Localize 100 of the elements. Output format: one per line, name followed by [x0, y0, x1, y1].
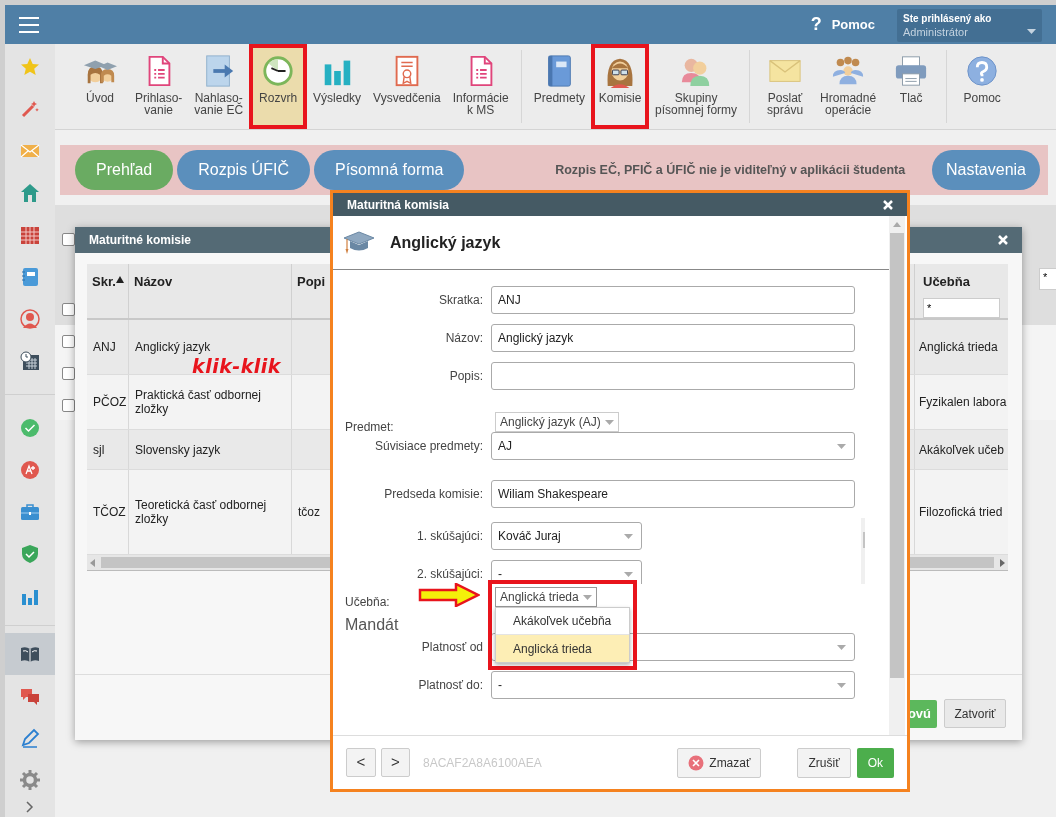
select-field[interactable]: Anglická trieda	[495, 587, 597, 607]
table-cell-text: Fyzikalen labora	[919, 394, 1007, 411]
filter-field[interactable]: *	[1039, 268, 1056, 290]
pointing-arrow-icon	[418, 583, 480, 607]
table-cell-text: Filozofická tried	[919, 504, 1003, 521]
toolbar-button[interactable]: Poslať správu	[756, 44, 815, 129]
field-label: Názov:	[444, 330, 484, 347]
column-header[interactable]: Názov	[129, 264, 292, 318]
close-button[interactable]	[998, 235, 1008, 245]
cancel-button[interactable]: Zrušiť	[797, 747, 851, 778]
dialog-heading: Anglický jazyk	[390, 232, 501, 253]
column-header[interactable]: Učebňa	[923, 272, 1000, 292]
field-label: Predseda komisie:	[383, 486, 484, 503]
text-field[interactable]: ANJ	[491, 286, 855, 314]
delete-icon	[688, 754, 705, 771]
help-mark[interactable]: ?	[810, 11, 822, 38]
table-cell: TČOZ	[93, 505, 126, 519]
toolbar-button[interactable]: Nahlaso- vanie EČ	[188, 44, 250, 129]
window-title: Maturitné komisie	[89, 232, 192, 249]
magic-wand-icon	[20, 99, 40, 119]
table-cell-text: Teoretická časť odbornej zložky	[135, 498, 268, 526]
toolbar-button[interactable]: Pomoc	[953, 44, 1012, 129]
table-cell-text: Anglická trieda	[919, 339, 998, 356]
caret-icon	[837, 682, 846, 688]
calendar-clock-icon	[20, 351, 40, 371]
toolbar-button[interactable]: Úvod	[71, 44, 129, 129]
table-cell: tčoz	[298, 505, 320, 519]
toolbar-button[interactable]: Skupiny písomnej formy	[649, 44, 744, 129]
toolbar-button[interactable]: Vysvedčenia	[367, 44, 447, 129]
table-cell: ANJ	[93, 340, 116, 354]
sidebar-item[interactable]	[5, 633, 55, 675]
close-icon	[883, 199, 893, 210]
chat-bubbles-icon	[20, 686, 40, 706]
field-label: Popis:	[448, 368, 484, 385]
field-label: 2. skúšajúci:	[415, 566, 484, 583]
chevron-right-icon	[26, 801, 34, 813]
grade-circle-icon	[20, 459, 40, 480]
toolbar-button[interactable]: Predmety	[527, 44, 592, 129]
previous-button[interactable]: <	[346, 748, 376, 777]
filter-field[interactable]: *	[923, 297, 1000, 318]
checkbox[interactable]	[62, 303, 75, 316]
user-name: Administrátor	[903, 25, 968, 39]
dropdown-option[interactable]: Anglická trieda	[496, 635, 629, 662]
toolbar-button[interactable]: Výsledky	[307, 44, 368, 129]
checkbox[interactable]	[62, 367, 75, 380]
check-circle-icon	[20, 417, 40, 438]
gear-icon	[20, 770, 40, 790]
field-label: Predmet:	[345, 420, 394, 434]
checkbox[interactable]	[62, 233, 75, 246]
star-icon	[20, 57, 40, 77]
section-heading: Mandát	[345, 615, 399, 635]
help-link[interactable]: Pomoc	[831, 14, 875, 35]
field-label: Učebňa:	[345, 595, 390, 609]
delete-button[interactable]: Zmazať	[677, 747, 762, 778]
user-menu[interactable]: Ste prihlásený ako Administrátor	[897, 9, 1042, 42]
shield-icon	[20, 543, 40, 564]
field-label: Súvisiace predmety:	[373, 438, 484, 455]
text-field[interactable]	[491, 362, 855, 390]
close-window-button[interactable]: Zatvoriť	[944, 699, 1006, 728]
field-label: 1. skúšajúci:	[415, 528, 484, 545]
caret-icon	[1027, 29, 1036, 34]
visibility-note: Rozpis EČ, PFIČ a ÚFIČ nie je viditeľný v aplikácii študenta	[555, 161, 906, 179]
table-cell: Slovensky jazyk	[135, 442, 221, 457]
clock-icon	[261, 54, 296, 88]
scroll-right-icon	[1000, 558, 1005, 567]
text-field[interactable]: Wiliam Shakespeare	[491, 480, 855, 508]
toolbar-button[interactable]: Tlač	[882, 44, 941, 129]
caret-icon	[837, 443, 846, 449]
briefcase-icon	[20, 501, 40, 522]
close-button[interactable]	[883, 199, 893, 210]
toolbar-button[interactable]: Prihlaso- vanie	[129, 44, 189, 129]
person-icon	[20, 309, 40, 329]
table-cell: PČOZ	[93, 395, 127, 409]
table-cell-text: Praktická časť odbornej zložky	[135, 388, 262, 416]
toolbar-button[interactable]: Komisie	[591, 44, 650, 129]
toolbar-button[interactable]: Informácie k MS	[446, 44, 515, 129]
pencil-icon	[20, 728, 40, 748]
close-icon	[998, 235, 1008, 245]
checkbox[interactable]	[62, 399, 75, 412]
toolbar-button[interactable]: Hromadné operácie	[814, 44, 883, 129]
caret-icon	[582, 594, 592, 600]
column-header[interactable]: Skr.	[87, 264, 129, 318]
field-label: Skratka:	[438, 292, 484, 309]
select-field[interactable]: Anglický jazyk (AJ)	[495, 412, 619, 432]
dropdown-option[interactable]: Akákoľvek učebňa	[496, 608, 629, 635]
table-cell-text: Akákoľvek učeb	[919, 441, 1004, 459]
help-circle-icon	[965, 54, 1000, 88]
select-field[interactable]: AJ	[491, 432, 855, 460]
notebook-icon	[20, 267, 40, 287]
table-cell: Anglický jazyk	[135, 340, 211, 354]
toolbar-button[interactable]: Rozvrh	[249, 44, 308, 129]
text-field[interactable]: Anglický jazyk	[491, 324, 855, 352]
field-label: Platnosť do:	[417, 677, 484, 694]
next-button[interactable]: >	[381, 748, 410, 777]
annotation-text: klik-klik	[192, 354, 281, 379]
checkbox[interactable]	[62, 335, 75, 348]
dialog-title: Maturitná komisia	[347, 196, 450, 214]
select-field[interactable]: Kováč Juraj	[491, 522, 642, 550]
vertical-scrollbar[interactable]	[889, 216, 905, 735]
select-field[interactable]: -	[491, 671, 855, 699]
